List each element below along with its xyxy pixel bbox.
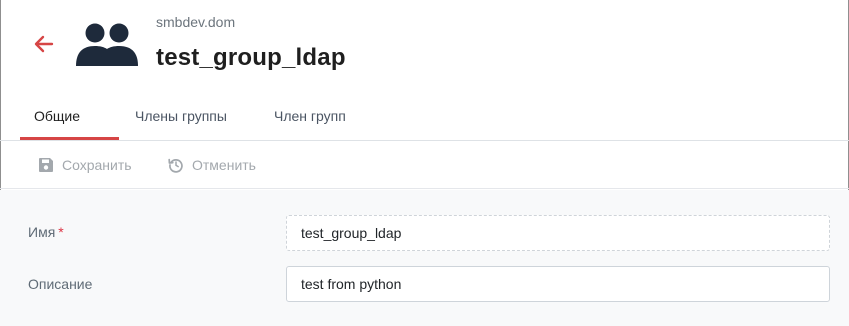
group-form: Имя* Описание [0, 190, 849, 326]
name-field[interactable] [286, 215, 830, 251]
required-marker: * [58, 224, 64, 240]
tab-group-members[interactable]: Члены группы [135, 96, 227, 141]
save-button[interactable]: Сохранить [38, 141, 132, 189]
tab-bar: Общие Члены группы Член групп [0, 96, 849, 141]
tab-general[interactable]: Общие [34, 96, 80, 141]
active-tab-indicator [20, 137, 119, 140]
name-label-text: Имя [28, 224, 56, 240]
tab-member-of[interactable]: Член групп [274, 96, 346, 141]
page-header: smbdev.dom test_group_ldap [0, 0, 849, 96]
name-label: Имя * [28, 224, 64, 240]
toolbar: Сохранить Отменить [0, 141, 849, 189]
description-label: Описание [28, 276, 93, 292]
cancel-button[interactable]: Отменить [168, 141, 256, 189]
description-field[interactable] [286, 266, 830, 302]
save-icon [39, 158, 53, 172]
cancel-label: Отменить [192, 157, 256, 173]
undo-icon [168, 158, 183, 173]
page-title: test_group_ldap [156, 44, 346, 71]
save-label: Сохранить [62, 157, 132, 173]
group-icon [76, 23, 138, 66]
back-arrow-icon[interactable] [30, 30, 58, 58]
domain-name: smbdev.dom [156, 14, 236, 30]
